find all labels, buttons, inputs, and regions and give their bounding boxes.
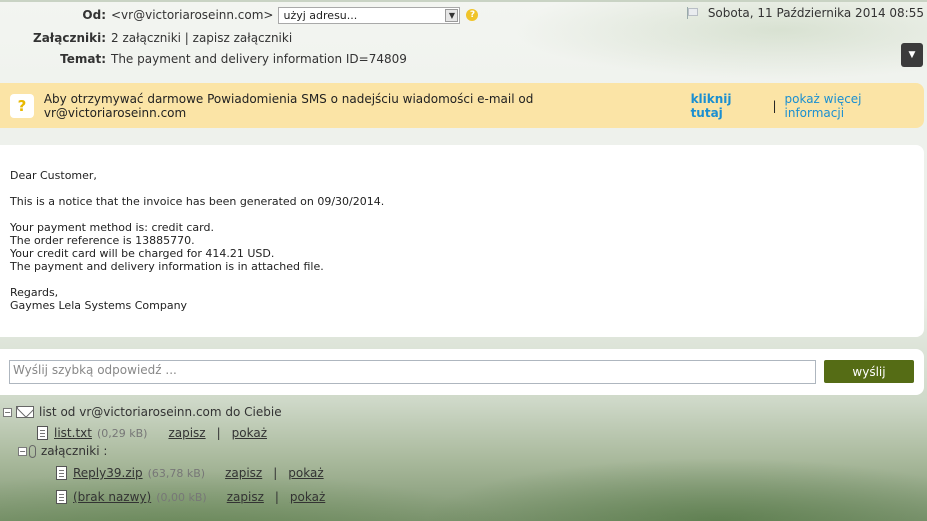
attachments-row: Załączniki: 2 załączniki | zapisz załącz… <box>0 29 292 47</box>
show-file-link[interactable]: pokaż <box>232 426 267 440</box>
message-line: The payment and delivery information is … <box>10 260 324 273</box>
help-icon[interactable]: ? <box>466 9 479 21</box>
action-separator: | <box>273 466 278 480</box>
more-info-link[interactable]: pokaż więcej informacji <box>785 92 925 120</box>
from-address: <vr@victoriaroseinn.com> <box>111 8 274 22</box>
sender-address-select[interactable]: użyj adresu... ▼ <box>278 6 461 24</box>
flag-icon[interactable] <box>686 7 698 19</box>
message-body: Dear Customer, This is a notice that the… <box>0 145 924 337</box>
message-date: Sobota, 11 Października 2014 08:55 <box>686 6 924 20</box>
subject-label: Temat: <box>60 52 106 66</box>
tree-file-unnamed: (brak nazwy) (0,00 kB) zapisz | pokaż <box>56 488 325 506</box>
save-file-link[interactable]: zapisz <box>168 426 205 440</box>
question-icon: ? <box>10 93 34 118</box>
top-divider <box>0 0 927 2</box>
message-line: Regards, <box>10 286 59 299</box>
paperclip-icon <box>29 444 36 458</box>
date-text: Sobota, 11 Października 2014 08:55 <box>707 6 924 20</box>
message-line: Your credit card will be charged for 414… <box>10 247 275 260</box>
action-separator: | <box>274 490 279 504</box>
message-line: This is a notice that the invoice has be… <box>10 195 385 208</box>
banner-separator: | <box>772 98 777 113</box>
message-line: The order reference is 13885770. <box>10 234 195 247</box>
attachments-summary[interactable]: 2 załączniki | zapisz załączniki <box>111 31 292 45</box>
message-line: Gaymes Lela Systems Company <box>10 299 188 312</box>
tree-file-reply39: Reply39.zip (63,78 kB) zapisz | pokaż <box>56 464 324 482</box>
save-file-link[interactable]: zapisz <box>225 466 262 480</box>
send-button[interactable]: wyślij <box>824 360 914 383</box>
quick-reply-panel: Wyślij szybką odpowiedź ... wyślij <box>0 349 924 395</box>
attachments-node-label: załączniki : <box>41 444 108 458</box>
click-here-link[interactable]: kliknij tutaj <box>691 92 768 120</box>
file-name-link[interactable]: list.txt <box>54 426 92 440</box>
subject-row: Temat: The payment and delivery informat… <box>0 50 407 68</box>
tree-file-list-txt: list.txt (0,29 kB) zapisz | pokaż <box>37 424 267 442</box>
banner-text: Aby otrzymywać darmowe Powiadomienia SMS… <box>43 91 534 120</box>
from-label: Od: <box>82 8 106 22</box>
action-separator: | <box>216 426 221 440</box>
file-size: (0,00 kB) <box>156 490 207 504</box>
file-size: (0,29 kB) <box>96 426 148 440</box>
file-size: (63,78 kB) <box>147 466 206 480</box>
message-line: Dear Customer, <box>10 169 97 182</box>
subject-text: The payment and delivery information ID=… <box>111 52 407 66</box>
envelope-icon <box>16 406 34 418</box>
collapse-icon[interactable]: − <box>3 407 12 417</box>
tree-attachments-node: − załączniki : <box>18 442 107 460</box>
sms-notification-banner: ? Aby otrzymywać darmowe Powiadomienia S… <box>0 83 924 128</box>
file-name-link[interactable]: (brak nazwy) <box>73 490 151 504</box>
show-file-link[interactable]: pokaż <box>288 466 323 480</box>
file-name-link[interactable]: Reply39.zip <box>73 466 143 480</box>
quick-reply-input[interactable]: Wyślij szybką odpowiedź ... <box>9 360 816 384</box>
document-icon <box>56 490 67 504</box>
double-chevron-down-icon: ▼ <box>908 50 916 60</box>
save-file-link[interactable]: zapisz <box>227 490 264 504</box>
message-line: Your payment method is: credit card. <box>10 221 214 234</box>
tree-root: − list od vr@victoriaroseinn.com do Cieb… <box>3 403 282 421</box>
collapse-icon[interactable]: − <box>18 446 27 456</box>
document-icon <box>37 426 48 440</box>
chevron-down-icon: ▼ <box>445 8 459 22</box>
document-icon <box>56 466 67 480</box>
from-row: Od: <vr@victoriaroseinn.com> użyj adresu… <box>0 6 479 24</box>
expand-header-button[interactable]: ▼ <box>901 43 923 67</box>
show-file-link[interactable]: pokaż <box>290 490 325 504</box>
attachments-label: Załączniki: <box>33 31 106 45</box>
sender-select-value: użyj adresu... <box>283 8 358 22</box>
tree-root-label: list od vr@victoriaroseinn.com do Ciebie <box>39 405 282 419</box>
